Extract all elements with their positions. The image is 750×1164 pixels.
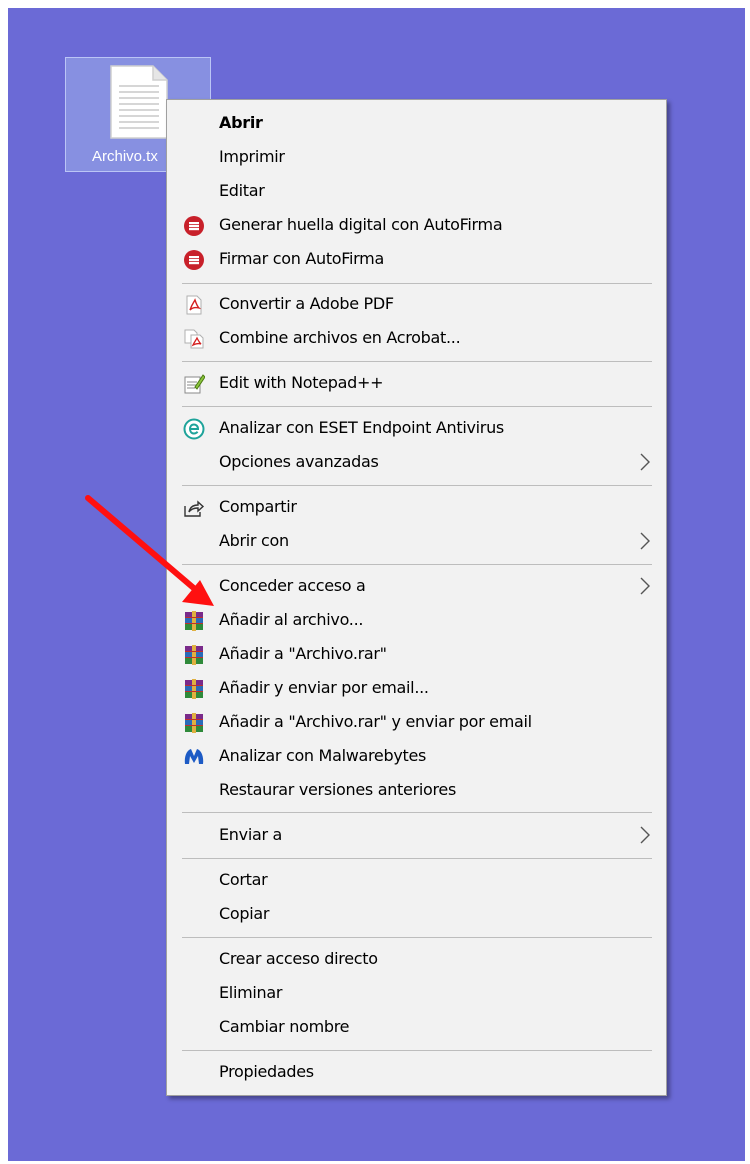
red-arrow-annotation — [85, 495, 214, 606]
